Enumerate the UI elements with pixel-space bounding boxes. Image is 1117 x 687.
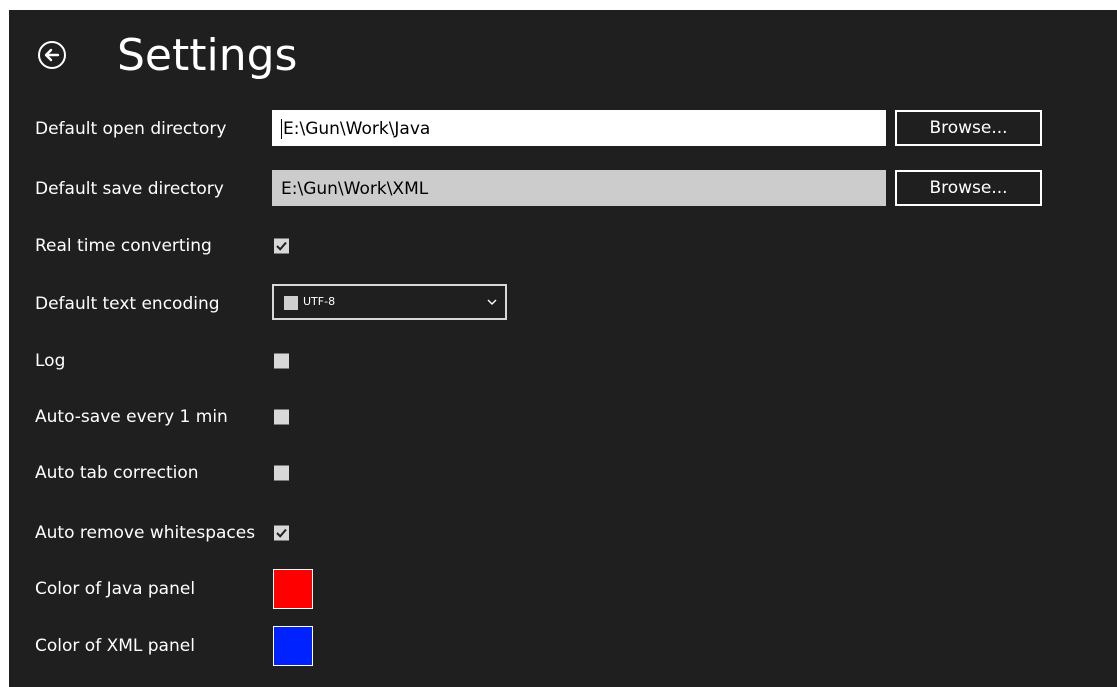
chevron-down-icon	[487, 299, 497, 305]
open-directory-value: E:\Gun\Work\Java	[283, 119, 431, 139]
java-color-swatch[interactable]	[273, 569, 313, 609]
setting-row-open-directory: Default open directory E:\Gun\Work\Java …	[9, 109, 1117, 149]
browse-save-directory-button[interactable]: Browse...	[895, 170, 1042, 206]
back-button[interactable]	[37, 40, 67, 70]
open-directory-label: Default open directory	[35, 119, 227, 139]
remove-whitespaces-label: Auto remove whitespaces	[35, 523, 256, 543]
real-time-checkbox[interactable]	[274, 238, 289, 254]
autosave-label: Auto-save every 1 min	[35, 407, 228, 427]
encoding-dropdown[interactable]: UTF-8	[272, 284, 507, 320]
browse-open-directory-button[interactable]: Browse...	[895, 110, 1042, 146]
xml-color-swatch[interactable]	[273, 626, 313, 666]
open-directory-input[interactable]: E:\Gun\Work\Java	[272, 110, 886, 146]
tab-correction-checkbox[interactable]	[274, 465, 289, 481]
setting-row-log: Log	[9, 341, 1117, 381]
setting-row-encoding: Default text encoding UTF-8	[9, 284, 1117, 324]
checkmark-icon	[276, 241, 287, 251]
setting-row-save-directory: Default save directory E:\Gun\Work\XML B…	[9, 169, 1117, 209]
save-directory-input[interactable]: E:\Gun\Work\XML	[272, 170, 886, 206]
encoding-label: Default text encoding	[35, 294, 220, 314]
setting-row-remove-whitespaces: Auto remove whitespaces	[9, 513, 1117, 553]
page-title: Settings	[117, 30, 298, 81]
remove-whitespaces-checkbox[interactable]	[274, 525, 289, 541]
setting-row-tab-correction: Auto tab correction	[9, 453, 1117, 493]
setting-row-real-time: Real time converting	[9, 226, 1117, 266]
log-label: Log	[35, 351, 66, 371]
setting-row-java-color: Color of Java panel	[9, 569, 1117, 609]
back-arrow-icon	[38, 41, 66, 69]
text-caret	[281, 119, 282, 139]
encoding-value: UTF-8	[303, 295, 336, 308]
settings-window: Settings Default open directory E:\Gun\W…	[9, 10, 1117, 687]
save-directory-label: Default save directory	[35, 179, 224, 199]
encoding-swatch	[284, 296, 298, 310]
autosave-checkbox[interactable]	[274, 409, 289, 425]
tab-correction-label: Auto tab correction	[35, 463, 199, 483]
checkmark-icon	[276, 528, 287, 538]
java-color-label: Color of Java panel	[35, 579, 196, 599]
setting-row-xml-color: Color of XML panel	[9, 626, 1117, 666]
xml-color-label: Color of XML panel	[35, 636, 195, 656]
setting-row-autosave: Auto-save every 1 min	[9, 397, 1117, 437]
real-time-label: Real time converting	[35, 236, 212, 256]
log-checkbox[interactable]	[274, 353, 289, 369]
